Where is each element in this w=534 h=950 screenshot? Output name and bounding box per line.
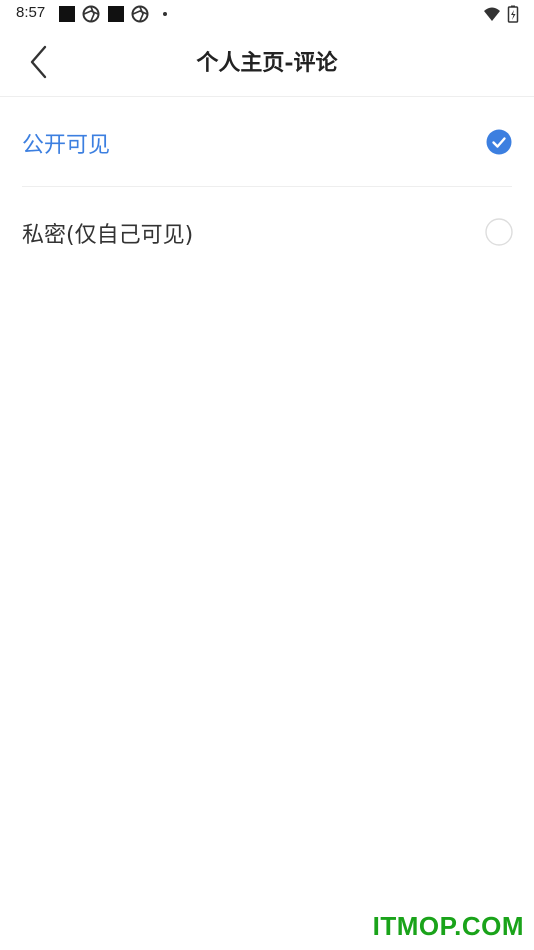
unchecked-radio-icon[interactable] [485, 218, 513, 246]
more-notifications-dot-icon [163, 12, 167, 16]
checked-radio-icon[interactable] [486, 129, 512, 155]
wifi-icon [484, 7, 500, 21]
status-bar: 8:57 [0, 0, 534, 28]
notification-square-icon [59, 6, 75, 22]
visibility-option-list: 公开可见 私密(仅自己可见) [0, 97, 534, 276]
page: 8:57 个人主页-评论 公开可见 私密(仅自己可见) ITMOP.COM [0, 0, 534, 950]
aperture-icon [82, 5, 100, 23]
aperture-icon [131, 5, 149, 23]
option-private-label: 私密(仅自己可见) [22, 223, 194, 248]
watermark-text: ITMOP.COM [372, 911, 524, 941]
header: 个人主页-评论 [0, 28, 534, 97]
option-public-label: 公开可见 [22, 133, 111, 158]
option-public[interactable]: 公开可见 [22, 97, 512, 187]
option-private[interactable]: 私密(仅自己可见) [22, 187, 513, 276]
status-time: 8:57 [16, 4, 46, 21]
battery-icon [507, 5, 519, 23]
notification-square-icon [108, 6, 124, 22]
page-title: 个人主页-评论 [196, 50, 338, 76]
